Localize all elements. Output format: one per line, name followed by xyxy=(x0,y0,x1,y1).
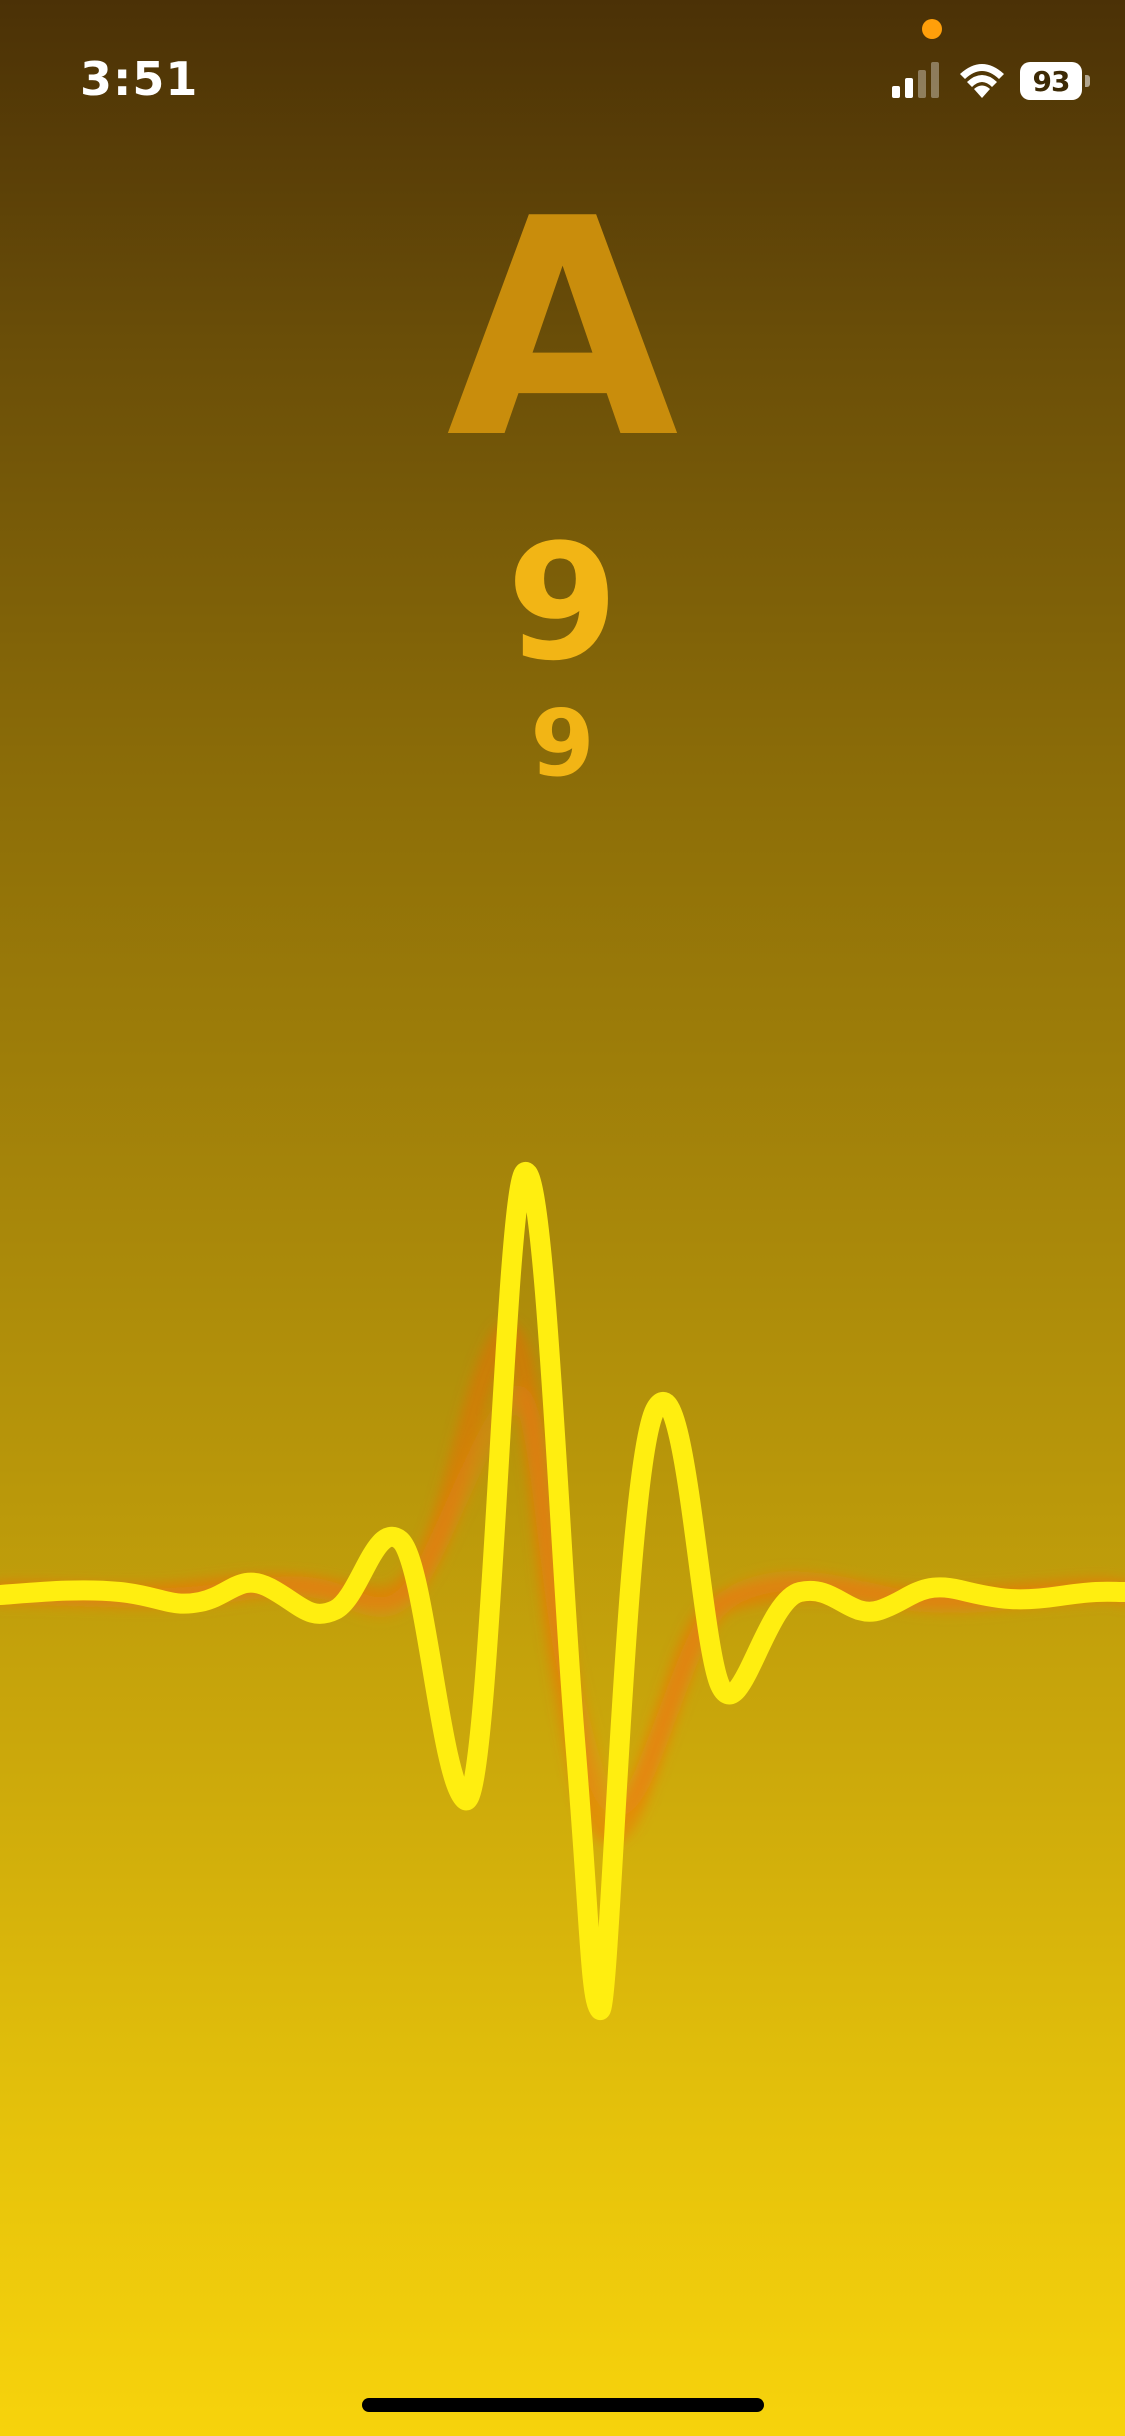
microphone-in-use-indicator xyxy=(922,19,942,39)
battery-body: 93 xyxy=(1020,62,1082,100)
battery-cap xyxy=(1085,75,1090,87)
secondary-reading: 9 xyxy=(530,690,595,797)
audio-waveform xyxy=(0,1161,1125,2021)
status-bar: 3:51 93 xyxy=(0,0,1125,140)
battery-level: 93 xyxy=(1032,64,1071,98)
detected-note: A xyxy=(446,155,679,504)
cellular-signal-icon xyxy=(892,62,939,98)
status-time: 3:51 xyxy=(80,52,199,106)
battery-icon: 93 xyxy=(1020,62,1092,100)
wifi-icon xyxy=(960,64,1004,98)
primary-reading: 9 xyxy=(506,509,619,696)
home-indicator[interactable] xyxy=(362,2398,764,2412)
